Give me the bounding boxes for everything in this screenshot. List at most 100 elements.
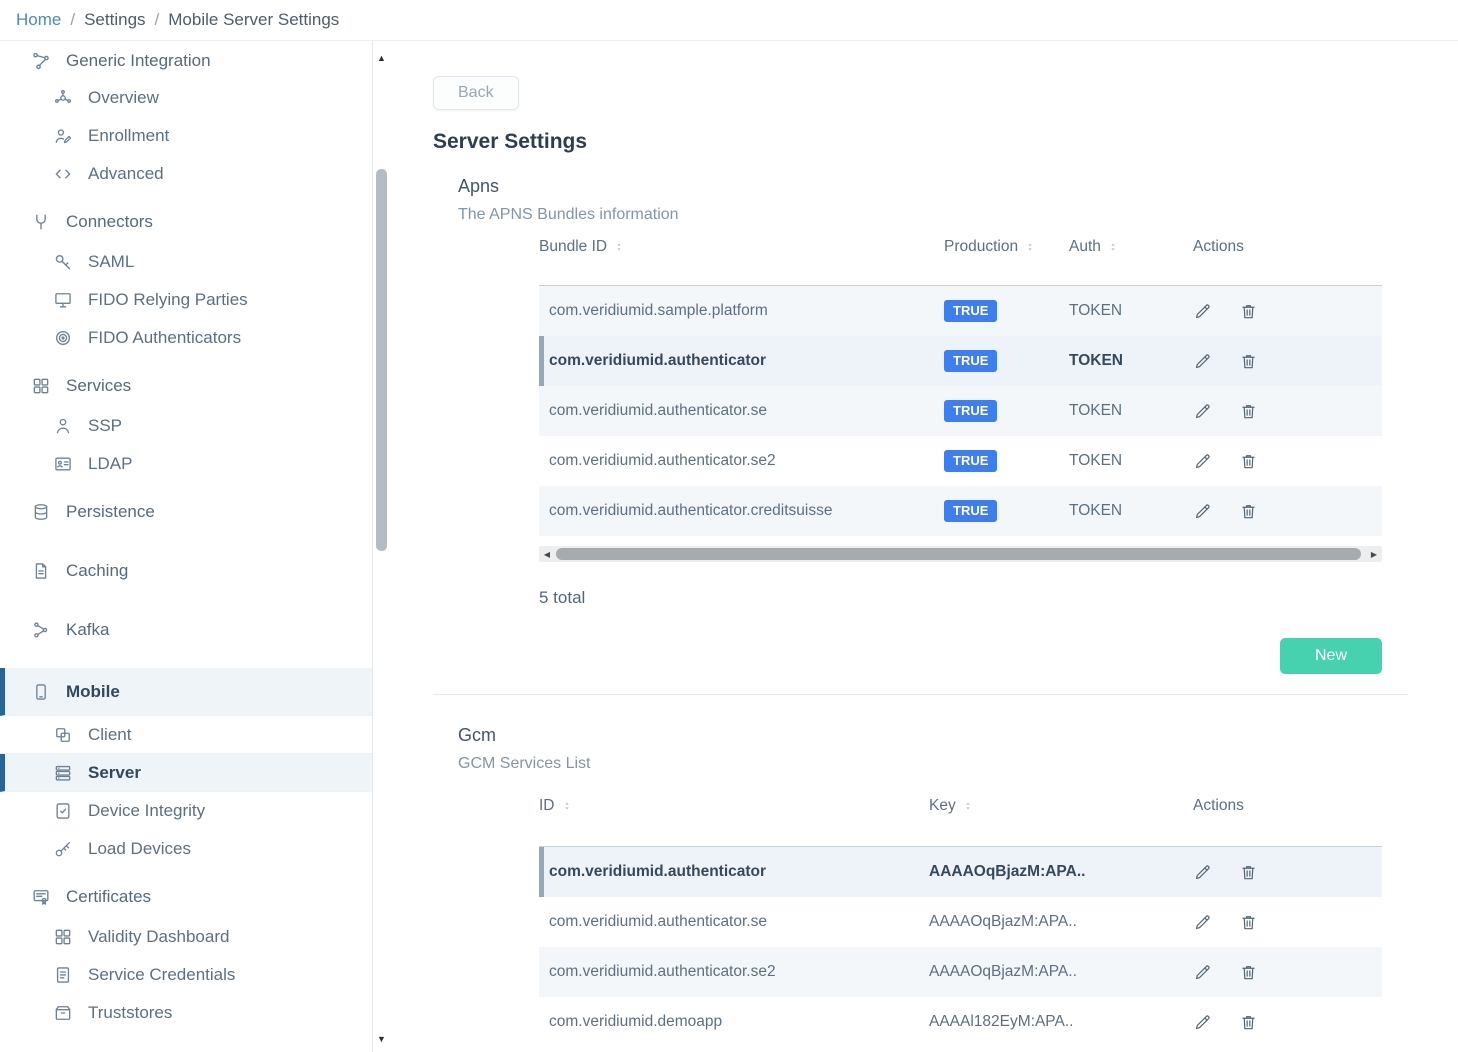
bundle-id-cell: com.veridiumid.authenticator.creditsuiss… bbox=[549, 502, 944, 520]
key-cell: AAAAl182EyM:APA.. bbox=[929, 1013, 1193, 1031]
sidebar-item-ssp[interactable]: SSP bbox=[0, 407, 372, 445]
sort-icon[interactable] bbox=[963, 799, 973, 813]
sidebar-item-fido-authenticators[interactable]: FIDO Authenticators bbox=[0, 319, 372, 357]
delete-icon[interactable] bbox=[1239, 502, 1258, 521]
delete-icon[interactable] bbox=[1239, 1013, 1258, 1032]
bundle-id-cell: com.veridiumid.authenticator.se bbox=[549, 402, 944, 420]
sort-icon[interactable] bbox=[1025, 240, 1035, 254]
sidebar-item-advanced[interactable]: Advanced bbox=[0, 155, 372, 193]
sort-icon[interactable] bbox=[1108, 240, 1118, 254]
sidebar-nav: Generic Integration Overview Enrollment … bbox=[0, 41, 373, 1052]
gcm-heading: Gcm bbox=[458, 725, 1458, 746]
scrollbar-thumb[interactable] bbox=[556, 548, 1361, 560]
sidebar-item-client[interactable]: Client bbox=[0, 716, 372, 754]
total-count: 5 total bbox=[539, 588, 1382, 608]
table-row[interactable]: com.veridiumid.sample.platform TRUE TOKE… bbox=[539, 286, 1382, 336]
scrollbar-thumb[interactable] bbox=[376, 169, 387, 551]
bundle-id-cell: com.veridiumid.authenticator.se2 bbox=[549, 452, 944, 470]
sidebar-item-connectors[interactable]: Connectors bbox=[0, 201, 372, 243]
production-badge: TRUE bbox=[944, 400, 997, 422]
column-header-production[interactable]: Production bbox=[944, 238, 1069, 256]
client-icon bbox=[53, 725, 73, 745]
delete-icon[interactable] bbox=[1239, 352, 1258, 371]
breadcrumb-settings-link[interactable]: Settings bbox=[84, 10, 145, 30]
apns-table-header: Bundle ID Production Auth Actions bbox=[539, 224, 1382, 286]
column-header-auth[interactable]: Auth bbox=[1069, 238, 1193, 256]
table-horizontal-scrollbar[interactable]: ◀ ▶ bbox=[539, 546, 1382, 562]
enrollment-icon bbox=[53, 126, 73, 146]
table-row[interactable]: com.veridiumid.demoapp AAAAl182EyM:APA.. bbox=[539, 997, 1382, 1047]
column-header-key[interactable]: Key bbox=[929, 797, 1193, 815]
sidebar-item-caching[interactable]: Caching bbox=[0, 550, 372, 592]
delete-icon[interactable] bbox=[1239, 402, 1258, 421]
sidebar-item-fido-relying-parties[interactable]: FIDO Relying Parties bbox=[0, 281, 372, 319]
delete-icon[interactable] bbox=[1239, 913, 1258, 932]
scroll-left-icon[interactable]: ◀ bbox=[539, 546, 555, 562]
table-row[interactable]: com.veridiumid.authenticator.se TRUE TOK… bbox=[539, 386, 1382, 436]
column-header-bundle-id[interactable]: Bundle ID bbox=[539, 238, 944, 256]
sidebar-item-persistence[interactable]: Persistence bbox=[0, 491, 372, 533]
scroll-down-icon[interactable]: ▼ bbox=[374, 1034, 389, 1044]
delete-icon[interactable] bbox=[1239, 302, 1258, 321]
sidebar-item-saml[interactable]: SAML bbox=[0, 243, 372, 281]
delete-icon[interactable] bbox=[1239, 863, 1258, 882]
delete-icon[interactable] bbox=[1239, 452, 1258, 471]
sidebar-item-label: SAML bbox=[88, 252, 134, 272]
sidebar-item-label: Services bbox=[66, 376, 131, 396]
sort-icon[interactable] bbox=[614, 240, 624, 254]
scroll-right-icon[interactable]: ▶ bbox=[1366, 546, 1382, 562]
delete-icon[interactable] bbox=[1239, 963, 1258, 982]
table-row[interactable]: com.veridiumid.authenticator.se AAAAOqBj… bbox=[539, 897, 1382, 947]
edit-icon[interactable] bbox=[1193, 402, 1212, 421]
production-badge: TRUE bbox=[944, 300, 997, 322]
edit-icon[interactable] bbox=[1193, 302, 1212, 321]
sidebar-item-kafka[interactable]: Kafka bbox=[0, 609, 372, 651]
edit-icon[interactable] bbox=[1193, 863, 1212, 882]
new-button[interactable]: New bbox=[1280, 638, 1382, 674]
sidebar-item-generic-integration[interactable]: Generic Integration bbox=[0, 43, 372, 79]
production-badge: TRUE bbox=[944, 350, 997, 372]
sidebar-item-label: Kafka bbox=[66, 620, 109, 640]
back-button[interactable]: Back bbox=[433, 76, 519, 110]
sidebar-item-label: Device Integrity bbox=[88, 801, 205, 821]
edit-icon[interactable] bbox=[1193, 502, 1212, 521]
connector-icon bbox=[31, 212, 51, 232]
sidebar-item-services[interactable]: Services bbox=[0, 365, 372, 407]
sidebar-item-service-credentials[interactable]: Service Credentials bbox=[0, 956, 372, 994]
bundle-id-cell: com.veridiumid.authenticator bbox=[549, 352, 944, 370]
table-row[interactable]: com.veridiumid.authenticator TRUE TOKEN bbox=[539, 336, 1382, 386]
column-header-id[interactable]: ID bbox=[539, 797, 929, 815]
sidebar-item-overview[interactable]: Overview bbox=[0, 79, 372, 117]
table-row[interactable]: com.veridiumid.authenticator.se2 AAAAOqB… bbox=[539, 947, 1382, 997]
sort-icon[interactable] bbox=[562, 799, 572, 813]
sidebar-item-server[interactable]: Server bbox=[0, 754, 372, 792]
edit-icon[interactable] bbox=[1193, 913, 1212, 932]
key-icon bbox=[53, 252, 73, 272]
edit-icon[interactable] bbox=[1193, 352, 1212, 371]
edit-icon[interactable] bbox=[1193, 1013, 1212, 1032]
table-row[interactable]: com.veridiumid.authenticator.creditsuiss… bbox=[539, 486, 1382, 536]
table-row[interactable]: com.veridiumid.authenticator AAAAOqBjazM… bbox=[539, 847, 1382, 897]
auth-cell: TOKEN bbox=[1069, 452, 1193, 470]
sidebar-item-validity-dashboard[interactable]: Validity Dashboard bbox=[0, 918, 372, 956]
edit-icon[interactable] bbox=[1193, 963, 1212, 982]
sidebar-item-label: Persistence bbox=[66, 502, 155, 522]
scroll-up-icon[interactable]: ▲ bbox=[374, 53, 389, 63]
gcm-section-header: Gcm GCM Services List bbox=[433, 725, 1458, 773]
sidebar-item-truststores[interactable]: Truststores bbox=[0, 994, 372, 1032]
sidebar-item-mobile[interactable]: Mobile bbox=[0, 668, 372, 716]
edit-icon[interactable] bbox=[1193, 452, 1212, 471]
sidebar-item-enrollment[interactable]: Enrollment bbox=[0, 117, 372, 155]
sidebar-item-device-integrity[interactable]: Device Integrity bbox=[0, 792, 372, 830]
sidebar-item-load-devices[interactable]: Load Devices bbox=[0, 830, 372, 868]
table-row[interactable]: com.veridiumid.authenticator.se2 TRUE TO… bbox=[539, 436, 1382, 486]
sidebar-item-label: Client bbox=[88, 725, 131, 745]
sidebar-scrollbar[interactable]: ▲ ▼ bbox=[374, 41, 389, 1052]
sidebar-item-ldap[interactable]: LDAP bbox=[0, 445, 372, 483]
sidebar-item-label: Advanced bbox=[88, 164, 164, 184]
id-cell: com.veridiumid.authenticator.se bbox=[549, 913, 929, 931]
breadcrumb-home-link[interactable]: Home bbox=[16, 10, 61, 30]
gcm-table: ID Key Actions com.veridiumid.authentica… bbox=[539, 773, 1382, 1047]
mobile-icon bbox=[31, 682, 51, 702]
sidebar-item-certificates[interactable]: Certificates bbox=[0, 876, 372, 918]
